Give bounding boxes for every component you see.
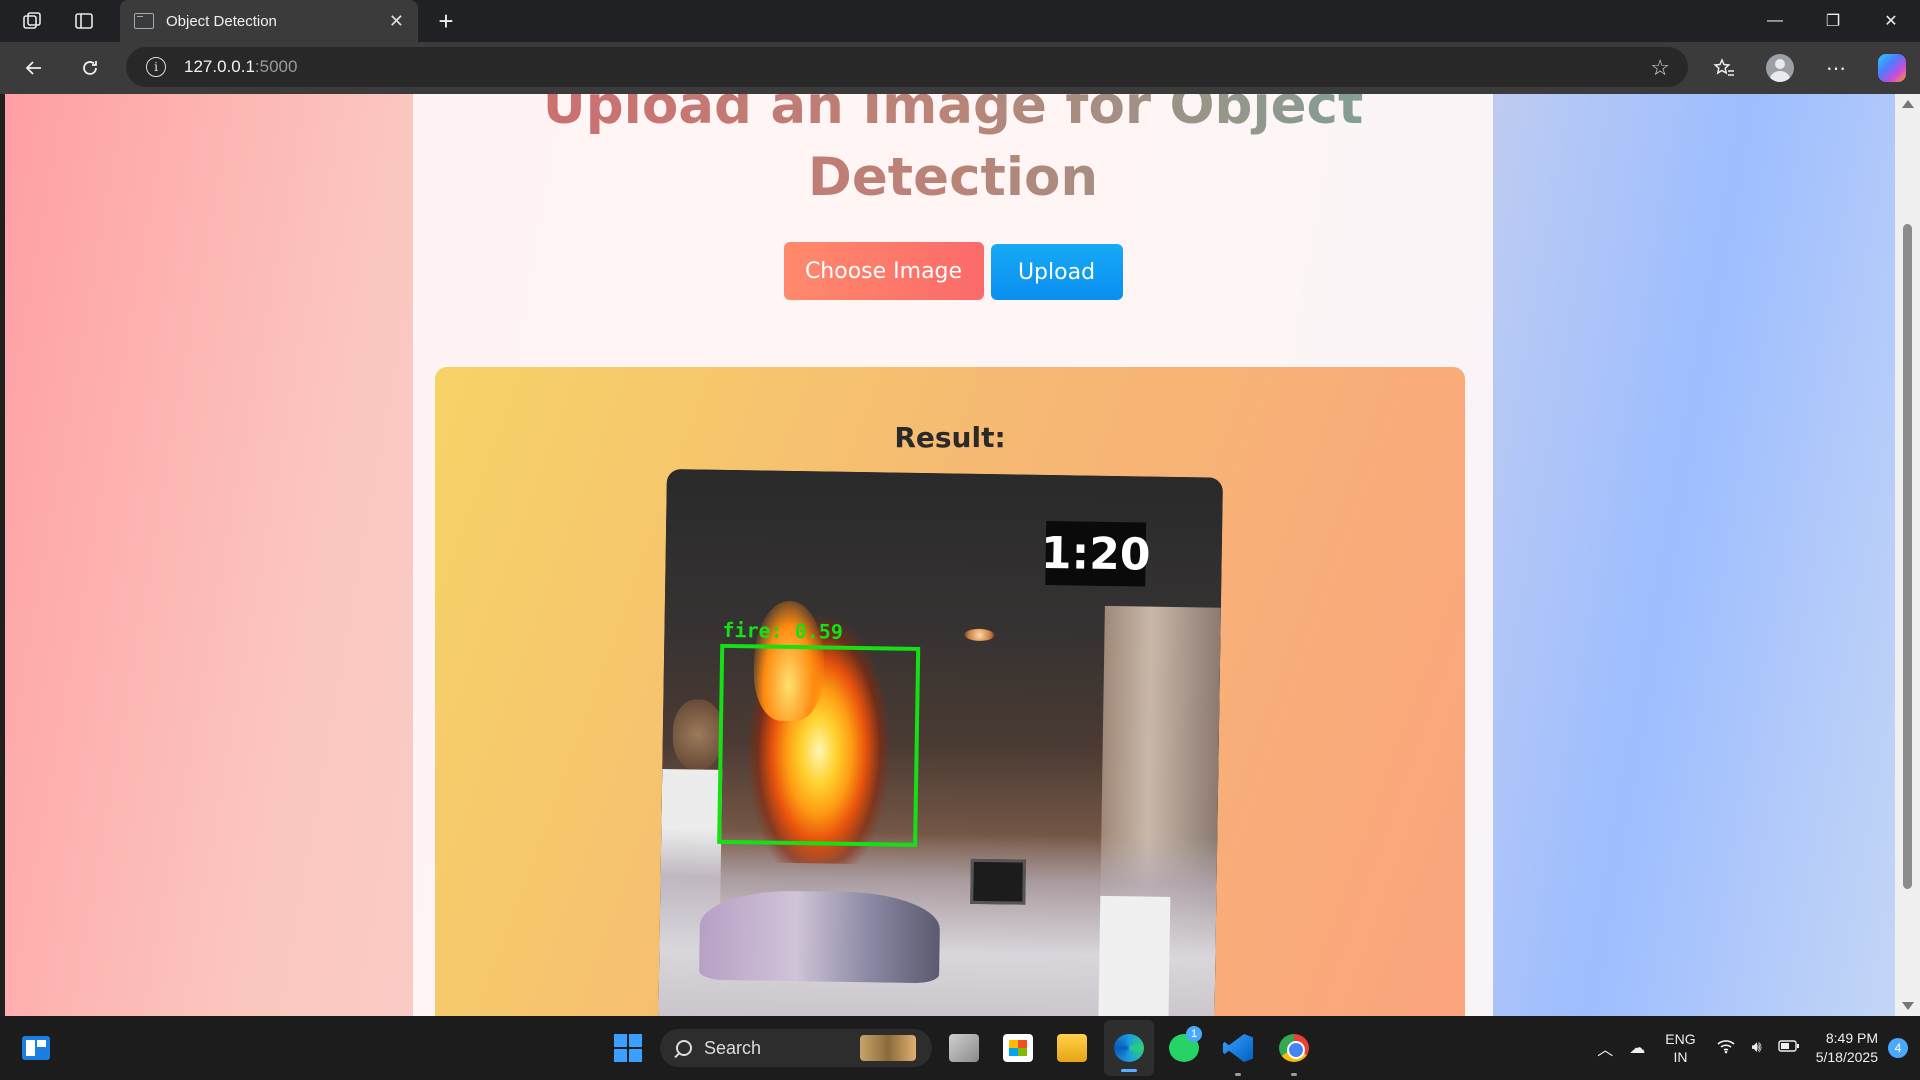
clock-time: 8:49 PM [1825,1030,1878,1046]
search-highlight-icon [860,1035,916,1061]
choose-image-button[interactable]: Choose Image [783,242,984,300]
language-indicator[interactable]: ENG IN [1665,1030,1695,1066]
vscode-running-indicator [1235,1073,1241,1076]
toolbar-right: ⋯ [1696,42,1920,94]
page-scrollbar[interactable] [1895,94,1920,1016]
chrome-button[interactable] [1270,1016,1318,1080]
tab-favicon-icon [134,13,154,29]
windows-start-icon [614,1034,642,1062]
taskbar-search-label: Search [704,1037,762,1058]
widgets-button[interactable] [18,1016,54,1080]
page-title: Upload an Image for Object Detection [413,94,1493,214]
favorites-icon[interactable] [1696,42,1752,94]
image-monitor [970,858,1026,905]
language-code: ENG [1665,1031,1696,1047]
back-button[interactable] [6,42,62,94]
vscode-icon [1223,1034,1253,1062]
language-region: IN [1673,1049,1688,1065]
taskbar-clock[interactable]: 8:49 PM 5/18/2025 [1816,1029,1878,1067]
task-view-button[interactable] [940,1016,988,1080]
new-tab-button[interactable]: + [428,0,464,42]
task-view-icon [949,1034,979,1062]
tab-close-icon[interactable]: ✕ [389,11,404,32]
address-bar[interactable]: i 127.0.0.1:5000 ☆ [126,47,1688,87]
start-button[interactable] [608,1016,648,1080]
window-controls: — ❐ ✕ [1746,0,1920,42]
whatsapp-badge: 1 [1186,1026,1202,1042]
image-lamp [964,628,995,642]
file-explorer-button[interactable] [1048,1016,1096,1080]
image-teddy-bear [672,699,724,770]
clock-date: 5/18/2025 [1815,1049,1878,1065]
show-hidden-icons-icon[interactable]: ︿ [1597,1036,1613,1060]
scroll-down-icon[interactable] [1902,1002,1914,1010]
taskbar-search[interactable]: Search [660,1029,932,1067]
detection-label: fire: 0.59 [722,617,844,644]
file-explorer-icon [1057,1034,1087,1062]
result-image: 1:20 fire: 0.59 [657,469,1223,1016]
result-panel: Result: 1:20 fire: 0.59 [435,367,1465,1016]
windows-taskbar: Search 1 ︿ ☁ ENG IN 🔊︎ 8:49 PM 5/18/2025… [0,1016,1920,1080]
upload-card: Upload an Image for Object Detection Cho… [413,94,1493,1016]
workspaces-icon[interactable] [6,0,58,42]
copilot-icon [1878,54,1906,82]
scroll-up-icon[interactable] [1902,100,1914,108]
browser-tab-bar: Object Detection ✕ + — ❐ ✕ [0,0,1920,42]
more-icon[interactable]: ⋯ [1808,42,1864,94]
detection-box [717,643,921,847]
widgets-icon [22,1036,50,1060]
chrome-running-indicator [1291,1073,1297,1076]
url-port: :5000 [254,57,298,76]
edge-icon [1114,1034,1144,1062]
minimize-button[interactable]: — [1746,0,1804,42]
profile-button[interactable] [1752,42,1808,94]
profile-icon [1766,54,1794,82]
url-host: 127.0.0.1 [184,57,255,76]
button-row: Choose Image Upload [413,242,1493,300]
image-timer-overlay: 1:20 [1041,520,1151,587]
vscode-button[interactable] [1214,1016,1262,1080]
refresh-button[interactable] [62,42,118,94]
scrollbar-thumb[interactable] [1903,224,1912,889]
tab-title: Object Detection [166,12,277,30]
address-toolbar: i 127.0.0.1:5000 ☆ ⋯ [0,42,1920,94]
microsoft-store-button[interactable] [994,1016,1042,1080]
page-viewport: Upload an Image for Object Detection Cho… [5,94,1895,1016]
close-window-button[interactable]: ✕ [1862,0,1920,42]
tab-object-detection[interactable]: Object Detection ✕ [120,0,418,42]
battery-icon[interactable] [1778,1039,1800,1057]
wifi-icon[interactable] [1716,1038,1736,1059]
refresh-icon [83,61,97,75]
whatsapp-button[interactable]: 1 [1160,1016,1208,1080]
vertical-tabs-icon[interactable] [58,0,110,42]
search-icon [676,1040,692,1056]
back-icon [25,61,41,75]
favorite-star-icon[interactable]: ☆ [1650,55,1670,81]
edge-running-indicator [1121,1069,1137,1072]
result-heading: Result: [894,421,1006,454]
onedrive-icon[interactable]: ☁ [1629,1038,1645,1058]
site-info-icon[interactable]: i [146,57,166,77]
microsoft-store-icon [1003,1034,1033,1062]
notification-badge[interactable]: 4 [1888,1038,1908,1058]
image-clothes [698,889,941,984]
volume-icon[interactable]: 🔊︎ [1752,1039,1762,1057]
edge-button[interactable] [1104,1020,1154,1076]
restore-button[interactable]: ❐ [1804,0,1862,42]
image-cabinet-right [1097,895,1171,1016]
chrome-icon [1279,1034,1309,1062]
upload-button[interactable]: Upload [990,244,1123,300]
system-tray: ︿ ☁ ENG IN 🔊︎ 8:49 PM 5/18/2025 4 [1589,1016,1920,1080]
copilot-button[interactable] [1864,42,1920,94]
